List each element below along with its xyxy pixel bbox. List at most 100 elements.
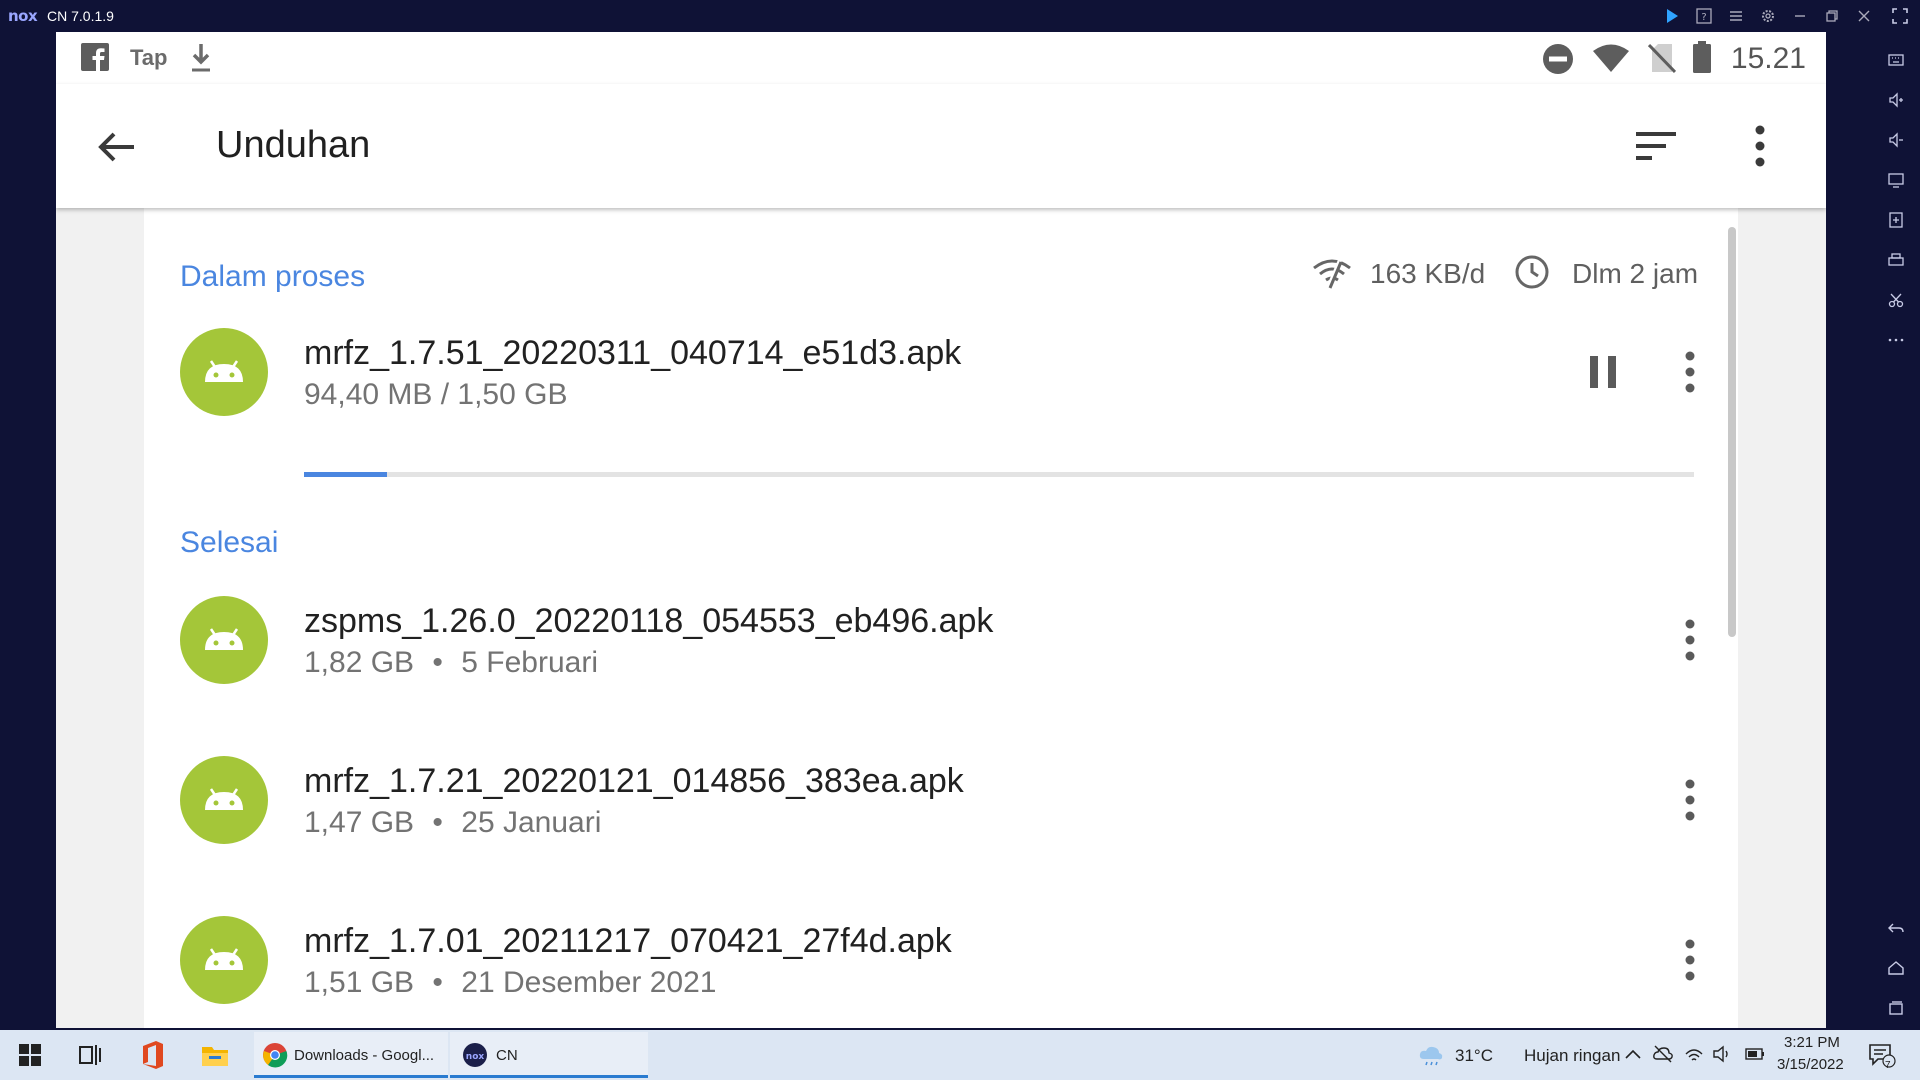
completed-item[interactable]: mrfz_1.7.21_20220121_014856_383ea.apk 1,… [144,756,1738,906]
scissors-icon[interactable] [1884,288,1908,312]
windows-taskbar: Downloads - Googl... nox CN 31°C Hujan r… [0,1030,1920,1080]
page-title: Unduhan [216,124,371,166]
file-date: 25 Januari [461,806,602,839]
overflow-menu-icon[interactable] [1750,124,1770,168]
file-explorer-icon[interactable] [200,1040,230,1070]
volume-up-icon[interactable] [1884,88,1908,112]
file-meta: 1,51 GB • 21 Desember 2021 [304,966,716,1000]
speed-icon [1312,256,1352,297]
list-scrollbar[interactable] [1728,227,1736,637]
android-file-icon [180,328,268,416]
taskbar-date[interactable]: 3/15/2022 [1777,1056,1844,1073]
taskbar-app-label: Downloads - Googl... [294,1047,435,1064]
downloads-list[interactable]: Dalam proses 163 KB/d Dlm 2 jam mrfz_1.7… [144,208,1738,1028]
back-arrow-icon[interactable] [94,124,140,170]
fullscreen-icon[interactable] [1888,4,1912,28]
android-file-icon [180,756,268,844]
office-icon[interactable] [140,1040,166,1070]
windows-start-icon[interactable] [18,1040,42,1070]
clock-icon [1514,254,1550,297]
screen-icon[interactable] [1884,168,1908,192]
tap-icon: Tap [130,45,168,70]
file-meta: 1,47 GB • 25 Januari [304,806,601,840]
meta-separator: • [432,646,443,679]
download-progress-bar [304,472,1694,477]
in-progress-header: Dalam proses [180,260,366,293]
emulator-version: CN 7.0.1.9 [47,8,114,24]
play-store-icon[interactable] [1660,4,1684,28]
minimize-icon[interactable] [1788,4,1812,28]
nox-icon: nox [462,1042,488,1073]
taskbar-app-chrome[interactable]: Downloads - Googl... [254,1032,448,1078]
cloud-offline-icon[interactable] [1652,1044,1674,1074]
add-apk-icon[interactable] [1884,208,1908,232]
recents-nav-icon[interactable] [1884,996,1908,1020]
network-icon[interactable] [1684,1044,1704,1074]
file-size: 1,47 GB [304,806,415,839]
facebook-icon [80,42,110,74]
file-date: 21 Desember 2021 [461,966,717,999]
pause-icon[interactable] [1588,354,1618,395]
file-size: 1,51 GB [304,966,415,999]
completed-item[interactable]: mrfz_1.7.01_20211217_070421_27f4d.apk 1,… [144,916,1738,1028]
speaker-icon[interactable] [1712,1044,1732,1074]
item-overflow-icon[interactable] [1680,778,1700,822]
file-progress-text: 94,40 MB / 1,50 GB [304,378,568,411]
close-icon[interactable] [1852,4,1876,28]
do-not-disturb-icon [1542,43,1574,75]
item-overflow-icon[interactable] [1680,938,1700,982]
help-icon[interactable]: ? [1692,4,1716,28]
in-progress-item[interactable]: mrfz_1.7.51_20220311_040714_e51d3.apk 94… [144,328,1738,478]
svg-text:nox: nox [466,1052,485,1062]
taskbar-time[interactable]: 3:21 PM [1784,1034,1840,1051]
download-speed: 163 KB/d [1370,258,1486,289]
active-indicator [254,1075,448,1078]
svg-text:?: ? [1701,12,1706,23]
completed-item[interactable]: zspms_1.26.0_20220118_054553_eb496.apk 1… [144,596,1738,746]
item-overflow-icon[interactable] [1680,618,1700,662]
print-icon[interactable] [1884,248,1908,272]
taskbar-app-label: CN [496,1047,518,1064]
app-bar: Unduhan [56,84,1826,208]
no-sim-icon [1647,42,1677,74]
download-progress-fill [304,472,388,477]
file-date: 5 Februari [461,646,599,679]
active-indicator [450,1075,648,1078]
android-file-icon [180,596,268,684]
file-name: mrfz_1.7.01_20211217_070421_27f4d.apk [304,922,952,960]
nox-logo: nox [8,7,38,25]
sort-icon[interactable] [1634,126,1678,166]
meta-separator: • [432,966,443,999]
more-icon[interactable] [1884,328,1908,352]
status-bar: Tap 15.21 [56,32,1826,84]
battery-icon [1692,40,1712,73]
notification-count: 7 [1885,1060,1891,1071]
back-nav-icon[interactable] [1884,916,1908,940]
menu-icon[interactable] [1724,4,1748,28]
android-screen: Tap 15.21 Unduhan Dalam proses 163 KB/d … [56,32,1826,1028]
weather-description: Hujan ringan [1524,1046,1621,1065]
battery-tray-icon[interactable] [1744,1044,1766,1074]
restore-icon[interactable] [1820,4,1844,28]
volume-down-icon[interactable] [1884,128,1908,152]
file-size: 1,82 GB [304,646,415,679]
time-remaining: Dlm 2 jam [1572,258,1699,289]
download-icon [188,42,214,74]
notification-icon[interactable] [1868,1042,1896,1072]
completed-header: Selesai [180,526,279,559]
emulator-sidebar [1872,32,1920,1030]
chevron-up-icon[interactable] [1624,1046,1642,1076]
weather-icon[interactable] [1418,1044,1444,1074]
item-overflow-icon[interactable] [1680,350,1700,394]
task-view-icon[interactable] [78,1040,102,1070]
android-file-icon [180,916,268,1004]
settings-icon[interactable] [1756,4,1780,28]
home-nav-icon[interactable] [1884,956,1908,980]
taskbar-app-nox[interactable]: nox CN [450,1032,648,1078]
file-meta: 1,82 GB • 5 Februari [304,646,598,680]
file-name: mrfz_1.7.51_20220311_040714_e51d3.apk [304,334,962,372]
emulator-titlebar: nox CN 7.0.1.9 ? [0,0,1920,32]
wifi-icon [1592,42,1630,74]
keyboard-icon[interactable] [1884,48,1908,72]
meta-separator: • [432,806,443,839]
